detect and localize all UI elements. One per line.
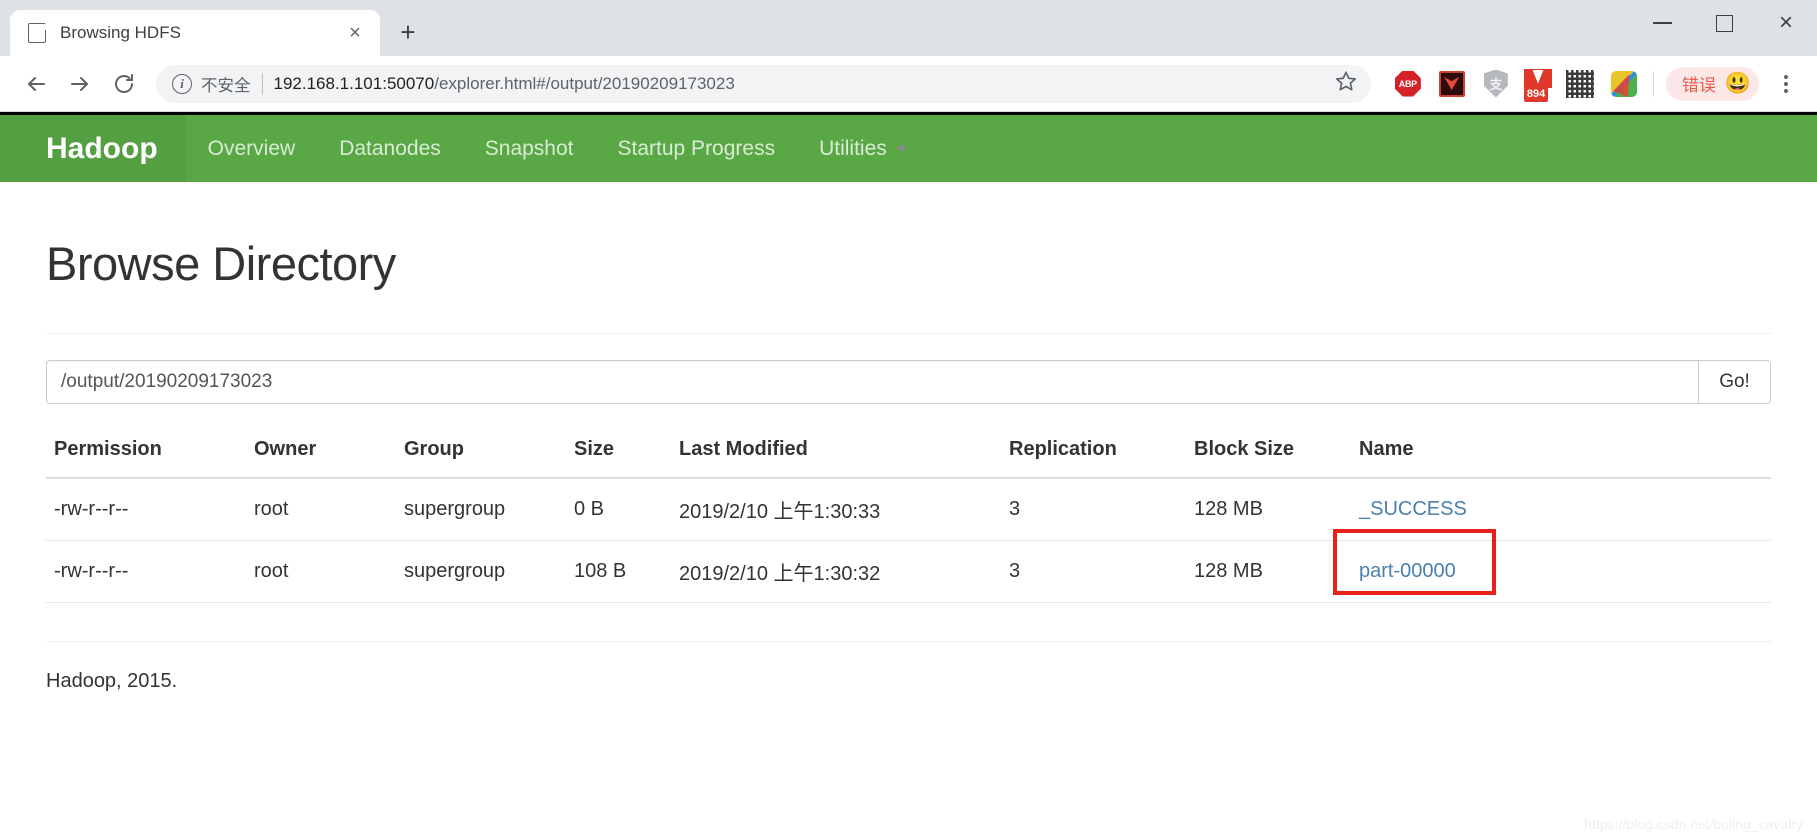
- file-link-success[interactable]: _SUCCESS: [1359, 498, 1467, 520]
- url-host: 192.168.1.101:50070: [274, 74, 435, 93]
- browser-toolbar: i 不安全 192.168.1.101:50070/explorer.html#…: [0, 56, 1817, 112]
- nav-label: Utilities: [819, 137, 887, 161]
- column-header-size[interactable]: Size: [566, 426, 671, 478]
- cell-name: _SUCCESS: [1351, 478, 1771, 541]
- toolbar-divider: [1653, 71, 1654, 97]
- cell-group: supergroup: [396, 541, 566, 603]
- table-header-row: Permission Owner Group Size Last Modifie…: [46, 426, 1771, 478]
- main-container: Browse Directory Go! Permission Owner Gr…: [0, 236, 1817, 693]
- footer-divider: [46, 641, 1771, 642]
- adobe-acrobat-icon[interactable]: ⮟: [1435, 67, 1469, 101]
- page-content: Hadoop Overview Datanodes Snapshot Start…: [0, 112, 1817, 838]
- nav-label: Snapshot: [485, 137, 574, 161]
- cell-replication: 3: [1001, 541, 1186, 603]
- color-app-icon[interactable]: [1607, 67, 1641, 101]
- footer-text: Hadoop, 2015.: [46, 670, 1771, 693]
- new-tab-button[interactable]: +: [388, 12, 428, 52]
- window-close-button[interactable]: ×: [1755, 0, 1817, 46]
- chevron-down-icon: [896, 146, 908, 152]
- nav-item-startup-progress[interactable]: Startup Progress: [596, 115, 798, 182]
- window-controls: ×: [1631, 0, 1817, 46]
- omnibox-divider: [262, 73, 263, 95]
- page-icon: [28, 23, 46, 43]
- page-title: Browse Directory: [46, 236, 1771, 291]
- url-text: 192.168.1.101:50070/explorer.html#/outpu…: [274, 74, 1335, 94]
- gmail-icon[interactable]: 894: [1523, 69, 1553, 99]
- error-status-pill[interactable]: 错误 😃: [1666, 67, 1759, 101]
- maximize-button[interactable]: [1693, 0, 1755, 46]
- cell-last-modified: 2019/2/10 上午1:30:32: [671, 541, 1001, 603]
- alipay-shield-icon[interactable]: 支: [1479, 67, 1513, 101]
- path-input[interactable]: [46, 360, 1699, 404]
- close-icon[interactable]: ×: [342, 20, 368, 46]
- not-secure-label: 不安全: [201, 72, 251, 96]
- kebab-menu-icon[interactable]: [1769, 67, 1803, 101]
- column-header-group[interactable]: Group: [396, 426, 566, 478]
- error-label: 错误: [1682, 71, 1716, 96]
- cell-block-size: 128 MB: [1186, 478, 1351, 541]
- file-listing-table: Permission Owner Group Size Last Modifie…: [46, 426, 1771, 603]
- address-bar[interactable]: i 不安全 192.168.1.101:50070/explorer.html#…: [156, 65, 1371, 103]
- cell-owner: root: [246, 541, 396, 603]
- adblock-plus-icon[interactable]: ABP: [1391, 67, 1425, 101]
- cell-block-size: 128 MB: [1186, 541, 1351, 603]
- nav-label: Startup Progress: [618, 137, 776, 161]
- back-arrow-icon[interactable]: [14, 62, 58, 106]
- site-info-icon[interactable]: i: [172, 74, 192, 94]
- minimize-button[interactable]: [1631, 0, 1693, 46]
- browser-window: Browsing HDFS × + × i 不安全 192.168.1.101:…: [0, 0, 1817, 838]
- cell-owner: root: [246, 478, 396, 541]
- column-header-name[interactable]: Name: [1351, 426, 1771, 478]
- gmail-badge: 894: [1524, 87, 1548, 101]
- browser-tab[interactable]: Browsing HDFS ×: [10, 10, 380, 56]
- file-link-part-00000[interactable]: part-00000: [1359, 560, 1456, 582]
- cell-size: 0 B: [566, 478, 671, 541]
- star-icon[interactable]: [1335, 70, 1357, 97]
- nav-item-datanodes[interactable]: Datanodes: [317, 115, 463, 182]
- cell-size: 108 B: [566, 541, 671, 603]
- column-header-last-modified[interactable]: Last Modified: [671, 426, 1001, 478]
- nav-item-snapshot[interactable]: Snapshot: [463, 115, 596, 182]
- url-path: /explorer.html#/output/20190209173023: [434, 74, 735, 93]
- forward-arrow-icon[interactable]: [58, 62, 102, 106]
- cell-replication: 3: [1001, 478, 1186, 541]
- go-button[interactable]: Go!: [1699, 360, 1771, 404]
- column-header-replication[interactable]: Replication: [1001, 426, 1186, 478]
- cell-group: supergroup: [396, 478, 566, 541]
- column-header-permission[interactable]: Permission: [46, 426, 246, 478]
- tab-strip: Browsing HDFS × + ×: [0, 0, 1817, 56]
- nav-label: Overview: [208, 137, 296, 161]
- nav-label: Datanodes: [339, 137, 441, 161]
- column-header-owner[interactable]: Owner: [246, 426, 396, 478]
- watermark: https://blog.csdn.net/boling_cavalry: [1584, 816, 1803, 832]
- nav-item-utilities[interactable]: Utilities: [797, 115, 930, 182]
- table-row: -rw-r--r-- root supergroup 108 B 2019/2/…: [46, 541, 1771, 603]
- hadoop-navbar: Hadoop Overview Datanodes Snapshot Start…: [0, 112, 1817, 182]
- cell-name: part-00000: [1351, 541, 1771, 603]
- reload-icon[interactable]: [102, 62, 146, 106]
- cell-permission: -rw-r--r--: [46, 478, 246, 541]
- hadoop-nav-items: Overview Datanodes Snapshot Startup Prog…: [186, 115, 930, 182]
- hadoop-brand[interactable]: Hadoop: [0, 115, 186, 182]
- nav-item-overview[interactable]: Overview: [186, 115, 318, 182]
- tab-title: Browsing HDFS: [60, 23, 342, 43]
- qr-code-icon[interactable]: [1563, 67, 1597, 101]
- smiley-icon: 😃: [1725, 73, 1751, 94]
- path-input-group: Go!: [46, 360, 1771, 404]
- column-header-block-size[interactable]: Block Size: [1186, 426, 1351, 478]
- title-divider: [46, 333, 1771, 334]
- cell-permission: -rw-r--r--: [46, 541, 246, 603]
- cell-last-modified: 2019/2/10 上午1:30:33: [671, 478, 1001, 541]
- table-row: -rw-r--r-- root supergroup 0 B 2019/2/10…: [46, 478, 1771, 541]
